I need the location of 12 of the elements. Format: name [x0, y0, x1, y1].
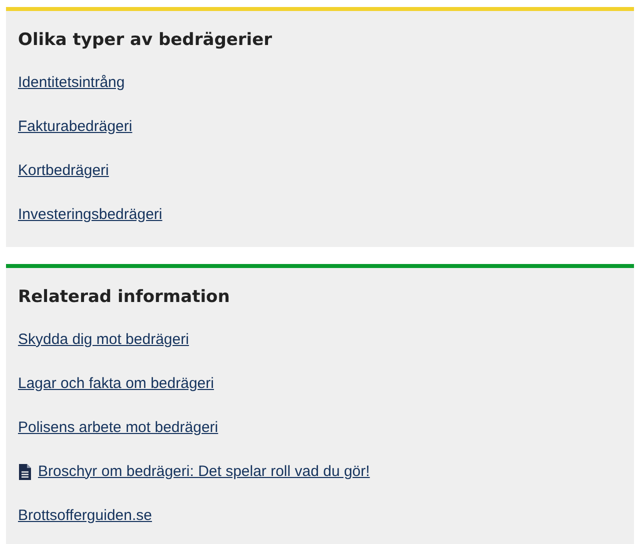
document-icon [18, 464, 32, 480]
link[interactable]: Identitetsintrång [18, 72, 125, 94]
panel-heading: Relaterad information [18, 286, 231, 309]
link[interactable]: Skydda dig mot bedrägeri [18, 328, 189, 352]
link[interactable]: Broschyr om bedrägeri: Det spelar roll vad du gör! [38, 460, 370, 484]
link[interactable]: Investeringsbedrägeri [18, 204, 162, 226]
link[interactable]: Fakturabedrägeri [18, 116, 132, 138]
link[interactable]: Polisens arbete mot bedrägeri [18, 416, 218, 440]
link[interactable]: Brottsofferguiden.se [18, 504, 152, 528]
panel-heading: Olika typer av bedrägerier [18, 29, 274, 52]
link[interactable]: Kortbedrägeri [18, 160, 109, 182]
link[interactable]: Lagar och fakta om bedrägeri [18, 372, 214, 396]
